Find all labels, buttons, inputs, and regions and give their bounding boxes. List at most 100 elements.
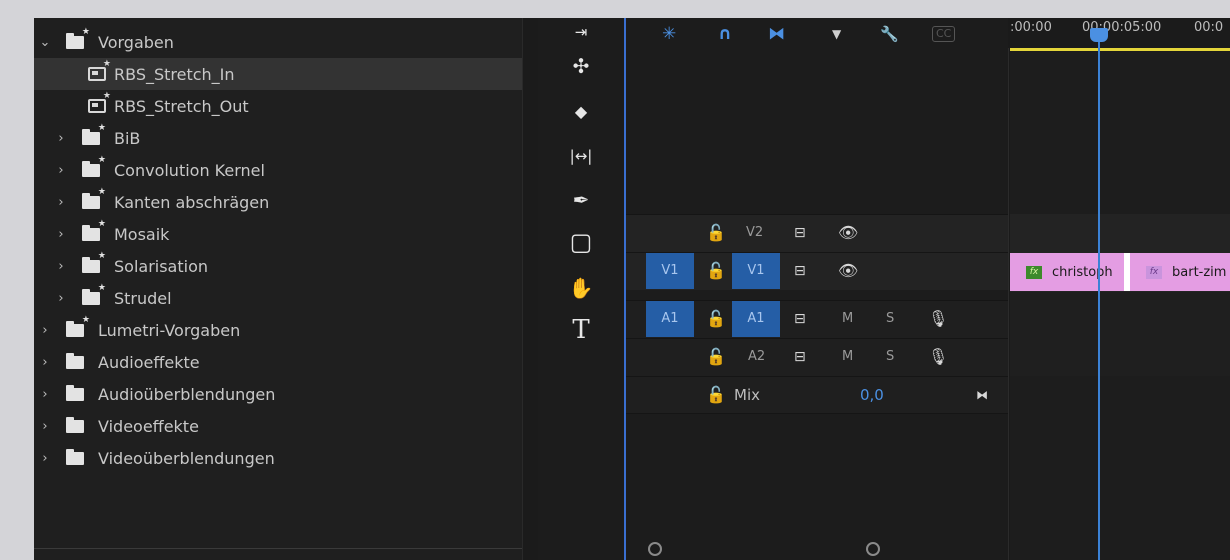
tree-item-solarisation[interactable]: › Solarisation: [34, 250, 522, 282]
track-lane-v2: [1010, 214, 1230, 252]
track-target-a1[interactable]: A1: [732, 301, 780, 337]
tree-item-label: Videoüberblendungen: [98, 448, 275, 468]
chevron-right-icon[interactable]: ›: [54, 259, 68, 274]
zoom-handle-left[interactable]: [648, 542, 662, 556]
tree-item-label: Lumetri-Vorgaben: [98, 320, 241, 340]
tree-item-convolution-kernel[interactable]: › Convolution Kernel: [34, 154, 522, 186]
track-name[interactable]: A2: [748, 339, 765, 375]
chevron-right-icon[interactable]: ›: [38, 323, 52, 338]
mute-button[interactable]: M: [842, 301, 853, 337]
clip-christoph[interactable]: fx christoph: [1010, 253, 1124, 291]
preset-folder-icon: [82, 187, 106, 209]
lock-icon[interactable]: 🔓: [706, 339, 726, 375]
chevron-right-icon[interactable]: ›: [54, 291, 68, 306]
lock-icon[interactable]: 🔓: [706, 377, 726, 413]
chevron-right-icon[interactable]: ›: [38, 355, 52, 370]
lock-icon[interactable]: 🔓: [706, 253, 726, 289]
mix-volume-value[interactable]: 0,0: [860, 377, 884, 413]
microphone-icon[interactable]: 🎙: [928, 301, 948, 337]
lock-icon[interactable]: 🔓: [706, 301, 726, 337]
tree-item-label: Solarisation: [114, 256, 209, 276]
effects-panel: ⌄ Vorgaben RBS_Stretch_In RBS_Stretch_Ou…: [34, 18, 522, 560]
tree-item-bib[interactable]: › BiB: [34, 122, 522, 154]
mute-button[interactable]: M: [842, 339, 853, 375]
tree-item-videoueberblendungen[interactable]: › Videoüberblendungen: [34, 442, 522, 474]
chevron-right-icon[interactable]: ›: [38, 387, 52, 402]
timeline-zoom-scrollbar[interactable]: [626, 540, 1230, 560]
timeline-panel: ✳ ∩ ⧓ ▼ 🔧 CC 🔓 V2 ⊟ 👁 V1 🔓 V1 ⊟ 👁 A1 🔓 A…: [624, 18, 1230, 560]
chevron-right-icon[interactable]: ›: [54, 227, 68, 242]
slip-tool-icon[interactable]: |↔|: [560, 142, 602, 170]
go-to-end-icon[interactable]: ⧓: [976, 377, 988, 413]
chevron-right-icon[interactable]: ›: [38, 451, 52, 466]
tree-item-rbs-stretch-out[interactable]: RBS_Stretch_Out: [34, 90, 522, 122]
track-header-v2: 🔓 V2 ⊟ 👁: [626, 214, 1008, 252]
sync-lock-icon[interactable]: ⊟: [794, 253, 806, 289]
solo-button[interactable]: S: [886, 301, 894, 337]
preset-icon: [88, 91, 111, 113]
track-name[interactable]: V2: [746, 215, 763, 251]
track-header-mix: 🔓 Mix 0,0 ⧓: [626, 376, 1008, 414]
zoom-handle-right[interactable]: [866, 542, 880, 556]
chevron-right-icon[interactable]: ›: [38, 419, 52, 434]
rectangle-tool-icon[interactable]: ▢: [560, 228, 602, 256]
tree-item-kanten-abschraegen[interactable]: › Kanten abschrägen: [34, 186, 522, 218]
wrench-icon[interactable]: 🔧: [880, 20, 899, 48]
preset-folder-icon: [82, 155, 106, 177]
header-divider[interactable]: [1008, 48, 1009, 560]
ruler-time: 00:0: [1194, 20, 1224, 35]
ripple-edit-tool-icon[interactable]: ✣: [560, 52, 602, 80]
preset-folder-icon: [82, 219, 106, 241]
work-area-bar[interactable]: [1010, 48, 1230, 51]
microphone-icon[interactable]: 🎙: [928, 339, 948, 375]
chevron-right-icon[interactable]: ›: [54, 131, 68, 146]
preset-folder-icon: [82, 251, 106, 273]
tree-item-audioueberblendungen[interactable]: › Audioüberblendungen: [34, 378, 522, 410]
sync-lock-icon[interactable]: ⊟: [794, 339, 806, 375]
magnet-icon[interactable]: ∩: [718, 20, 732, 48]
sync-lock-icon[interactable]: ⊟: [794, 301, 806, 337]
folder-icon: [66, 384, 84, 401]
lock-icon[interactable]: 🔓: [706, 215, 726, 251]
playhead-handle[interactable]: [1090, 28, 1108, 42]
effects-panel-footer: [34, 548, 522, 560]
tree-item-label: Strudel: [114, 288, 172, 308]
track-target-v1[interactable]: V1: [732, 253, 780, 289]
sync-lock-icon[interactable]: ⊟: [794, 215, 806, 251]
tree-item-strudel[interactable]: › Strudel: [34, 282, 522, 314]
eye-icon[interactable]: 👁: [838, 215, 858, 251]
timeline-tracks: :00:00 00:00:05:00 00:0 fx christoph fx …: [1010, 18, 1230, 560]
type-tool-icon[interactable]: T: [560, 316, 602, 344]
pen-tool-icon[interactable]: ✒: [560, 186, 602, 214]
tree-item-audioeffekte[interactable]: › Audioeffekte: [34, 346, 522, 378]
tree-item-lumetri-vorgaben[interactable]: › Lumetri-Vorgaben: [34, 314, 522, 346]
playhead-line[interactable]: [1098, 32, 1100, 560]
source-patch-a1[interactable]: A1: [646, 301, 694, 337]
track-header-a1: A1 🔓 A1 ⊟ M S 🎙: [626, 300, 1008, 338]
track-select-tool-icon[interactable]: ⇥: [560, 18, 602, 46]
linked-selection-icon[interactable]: ⧓: [768, 20, 785, 48]
tools-panel: ⇥ ✣ ◆ |↔| ✒ ▢ ✋ T: [538, 18, 624, 560]
solo-button[interactable]: S: [886, 339, 894, 375]
chevron-right-icon[interactable]: ›: [54, 163, 68, 178]
tree-item-label: Mosaik: [114, 224, 170, 244]
clip-bart-zim[interactable]: fx bart-zim: [1130, 253, 1230, 291]
tree-item-vorgaben[interactable]: ⌄ Vorgaben: [34, 26, 522, 58]
marker-icon[interactable]: ▼: [832, 20, 841, 48]
time-ruler[interactable]: :00:00 00:00:05:00 00:0: [1010, 18, 1230, 52]
chevron-down-icon[interactable]: ⌄: [38, 35, 52, 50]
effects-scrollbar[interactable]: [522, 18, 538, 560]
eye-icon[interactable]: 👁: [838, 253, 858, 289]
tree-item-rbs-stretch-in[interactable]: RBS_Stretch_In: [34, 58, 522, 90]
chevron-right-icon[interactable]: ›: [54, 195, 68, 210]
tree-item-label: Audioeffekte: [98, 352, 200, 372]
hand-tool-icon[interactable]: ✋: [560, 274, 602, 302]
captions-icon[interactable]: CC: [932, 26, 956, 42]
source-patch-v1[interactable]: V1: [646, 253, 694, 289]
tree-item-label: RBS_Stretch_In: [114, 64, 235, 84]
tree-item-mosaik[interactable]: › Mosaik: [34, 218, 522, 250]
fx-badge: fx: [1146, 265, 1162, 279]
razor-tool-icon[interactable]: ◆: [560, 98, 602, 126]
tree-item-videoeffekte[interactable]: › Videoeffekte: [34, 410, 522, 442]
snap-icon[interactable]: ✳: [662, 20, 676, 48]
